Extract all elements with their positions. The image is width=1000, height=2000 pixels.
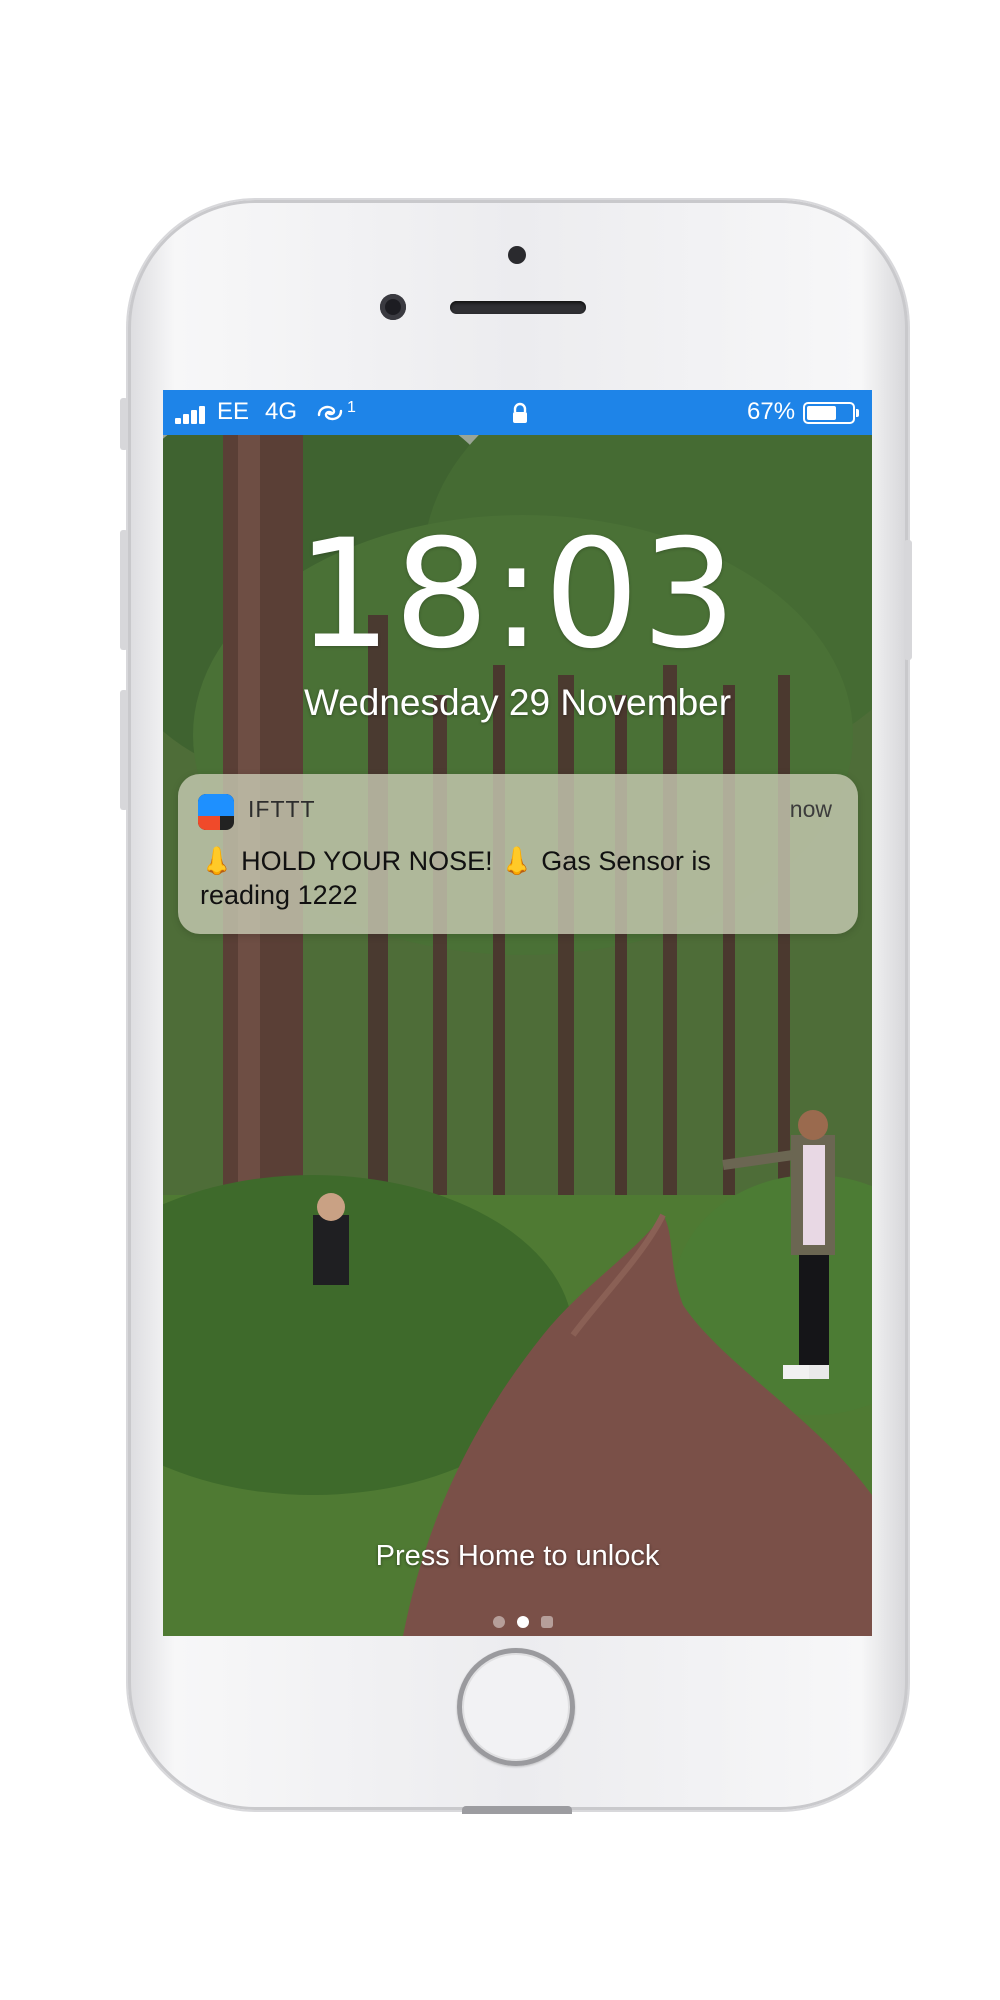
unlock-hint: Press Home to unlock [375, 1540, 660, 1572]
volume-down-button [120, 690, 128, 810]
earpiece-speaker [450, 301, 586, 314]
page-indicator [473, 1612, 573, 1632]
lock-screen-time: 18:03 [296, 508, 739, 682]
network-type-label: 4G [265, 398, 298, 425]
page-dot-active [517, 1616, 529, 1628]
notification-message: 👃 HOLD YOUR NOSE! 👃 Gas Sensor is readin… [200, 846, 711, 910]
notification-app-name: IFTTT [248, 796, 316, 822]
power-button [904, 540, 912, 660]
battery-percent-label: 67% [747, 398, 796, 425]
notification-time: now [789, 796, 832, 822]
page-dot [493, 1616, 505, 1628]
carrier-label: EE [217, 398, 250, 425]
signal-bars-icon [175, 402, 211, 424]
ifttt-notification[interactable]: IFTTT now 👃 HOLD YOUR NOSE! 👃 Gas Sensor… [178, 774, 858, 934]
front-camera [380, 294, 406, 320]
lock-screen: EE 4G 1 67% 18:03 Wednesday 29 November … [163, 390, 872, 1636]
ifttt-app-icon [198, 794, 234, 830]
lock-icon [513, 402, 527, 423]
status-bar: EE 4G 1 67% [163, 390, 872, 435]
link-count-label: 1 [347, 399, 356, 416]
battery-icon [803, 402, 859, 424]
lock-screen-date: Wednesday 29 November [303, 682, 732, 723]
volume-up-button [120, 530, 128, 650]
bottom-edge-detail [462, 1806, 572, 1814]
proximity-sensor [508, 246, 526, 264]
link-icon [317, 405, 343, 421]
battery-level-fill [807, 406, 836, 420]
camera-page-icon [541, 1616, 553, 1628]
mute-switch [120, 398, 128, 450]
home-button[interactable] [457, 1648, 575, 1766]
